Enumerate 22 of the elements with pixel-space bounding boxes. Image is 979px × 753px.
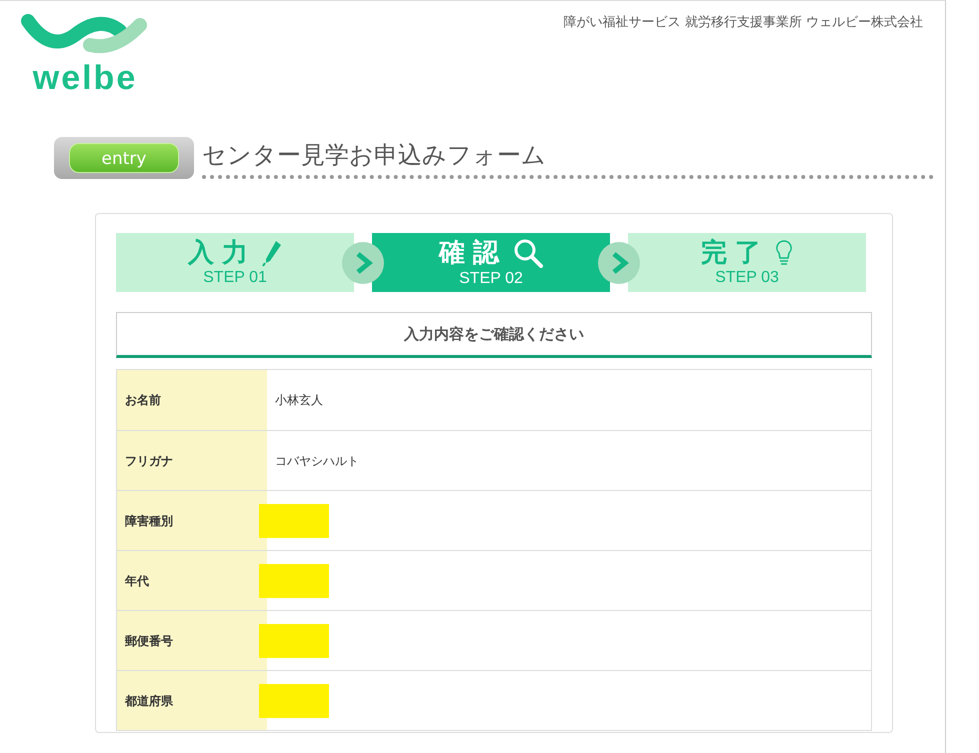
step-number: STEP 01 [203, 270, 267, 286]
field-label: 障害種別 [117, 491, 267, 550]
field-label: お名前 [117, 370, 267, 430]
field-label: 都道府県 [117, 671, 267, 730]
logo-text: welbe [32, 61, 138, 95]
search-icon [513, 238, 543, 268]
field-label: 郵便番号 [117, 611, 267, 670]
step-label: 入力 [188, 240, 256, 266]
step-number: STEP 03 [715, 270, 779, 286]
step-label: 確認 [439, 240, 507, 266]
pen-icon [262, 239, 282, 267]
field-value: コバヤシハルト [275, 452, 359, 470]
step-number: STEP 02 [459, 271, 523, 287]
form-title: センター見学お申込みフォーム [202, 137, 934, 179]
lightbulb-icon [775, 239, 793, 267]
field-value: 小林玄人 [275, 392, 323, 409]
entry-label: entry [69, 143, 179, 173]
step-label: 完了 [701, 240, 769, 266]
field-label: フリガナ [117, 431, 267, 490]
field-label: 年代 [117, 551, 267, 610]
confirm-heading: 入力内容をご確認ください [116, 312, 872, 358]
company-tagline: 障がい福祉サービス 就労移行支援事業所 ウェルビー株式会社 [564, 14, 924, 32]
